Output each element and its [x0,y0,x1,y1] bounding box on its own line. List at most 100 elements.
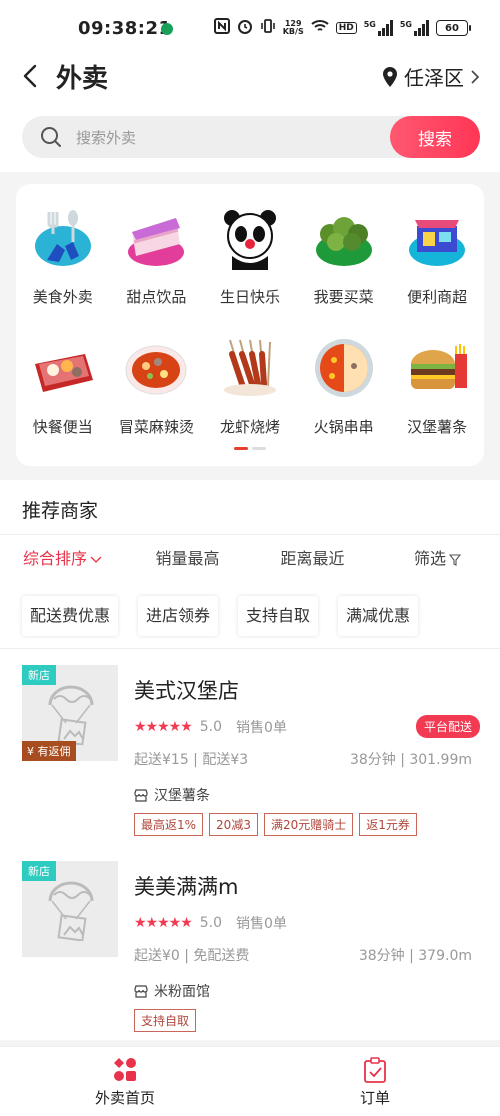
sort-default[interactable]: 综合排序 [0,536,125,582]
shop-category-label: 米粉面馆 [154,984,210,1000]
filter-chip-pickup[interactable]: 支持自取 [238,596,319,636]
location-selector[interactable]: 任泽区 [382,62,480,91]
search-icon [41,127,61,147]
sort-filter[interactable]: 筛选 [375,536,500,582]
bbq-icon [218,336,282,400]
search-area: 搜索外卖 搜索 [0,102,500,172]
promo-tag: 支持自取 [134,1009,197,1032]
promo-tag: 最高返1% [134,813,204,836]
shop-name: 美式汉堡店 [134,679,239,703]
divider [0,648,500,649]
alarm-icon [237,18,253,38]
divider [0,534,500,535]
filter-chip-discount[interactable]: 满减优惠 [338,596,419,636]
food-delivery-icon [31,206,95,270]
shop-fee: 起送¥15 | 配送¥3 [134,752,249,768]
nav-orders[interactable]: 订单 [250,1047,500,1116]
category-bbq[interactable]: 龙虾烧烤 [203,336,297,456]
shop-card[interactable]: 新店 美美满满m ★★★★★ 5.0 销售0单 起送¥0 | 免配送费 38分钟… [0,861,500,1041]
recommend-section: 推荐商家 综合排序 销量最高 距离最近 筛选 配送费优惠 进店领券 支持自取 满… [0,480,500,1040]
category-label: 快餐便当 [32,418,93,436]
wifi-icon [311,19,329,37]
shop-rating: ★★★★★ 5.0 销售0单 [134,913,287,933]
platform-delivery-badge: 平台配送 [415,715,480,738]
cake-icon [124,206,188,270]
filter-chip-row: 配送费优惠 进店领券 支持自取 满减优惠 [22,596,419,636]
shop-name: 美美满满m [134,875,239,899]
category-spicy-pot[interactable]: 冒菜麻辣烫 [110,336,204,456]
category-card: 美食外卖 甜点饮品 生日快乐 我要买菜 便利商超 快餐便当 冒菜麻辣烫 龙虾烧烤… [16,184,484,466]
promo-tag: 20减3 [209,813,258,836]
notification-dot-icon [161,23,173,35]
image-placeholder-icon [48,685,94,745]
search-placeholder: 搜索外卖 [76,129,137,147]
search-button[interactable]: 搜索 [390,116,480,158]
sales-count: 销售0单 [236,720,287,736]
rating-value: 5.0 [199,719,223,735]
category-dessert[interactable]: 甜点饮品 [110,206,204,326]
category-label: 甜点饮品 [126,288,187,306]
rebate-badge: ¥ 有返佣 [22,741,76,761]
category-birthday[interactable]: 生日快乐 [203,206,297,326]
category-label: 冒菜麻辣烫 [118,418,194,436]
shop-card[interactable]: 新店 ¥ 有返佣 美式汉堡店 ★★★★★ 5.0 销售0单 平台配送 起送¥15… [0,665,500,845]
nfc-icon [213,18,230,38]
spicy-pot-icon [124,336,188,400]
category-burger[interactable]: 汉堡薯条 [390,336,484,456]
nav-home[interactable]: 外卖首页 [0,1047,250,1116]
nav-home-label: 外卖首页 [94,1089,155,1107]
section-title: 推荐商家 [22,500,99,522]
sort-distance[interactable]: 距离最近 [250,536,375,582]
filter-chip-coupon[interactable]: 进店领券 [138,596,219,636]
shop-distance: 38分钟 | 379.0m [358,948,472,964]
sort-default-label: 综合排序 [22,549,87,568]
bento-icon [31,336,95,400]
category-page-indicator [234,447,266,450]
battery-level: 60 [445,22,459,34]
nav-orders-label: 订单 [359,1089,390,1107]
shop-distance: 38分钟 | 301.99m [349,752,472,768]
category-label: 美食外卖 [32,288,93,306]
store-icon [405,206,469,270]
shop-thumbnail: 新店 [22,861,118,957]
filter-chip-delivery-discount[interactable]: 配送费优惠 [22,596,119,636]
shop-category: 米粉面馆 [134,981,210,1001]
back-icon[interactable] [18,62,46,90]
signal-icon-1: 5G [364,20,393,36]
category-label: 生日快乐 [219,288,280,306]
category-label: 火锅串串 [313,418,374,436]
category-label: 便利商超 [407,288,468,306]
search-input[interactable]: 搜索外卖 搜索 [22,116,480,158]
rating-stars-icon: ★★★★★ [134,719,193,735]
chevron-down-icon [90,556,102,563]
category-label: 我要买菜 [313,288,374,306]
sort-sales[interactable]: 销量最高 [125,536,250,582]
rating-stars-icon: ★★★★★ [134,915,193,931]
sales-count: 销售0单 [236,916,287,932]
category-convenience[interactable]: 便利商超 [390,206,484,326]
category-food-delivery[interactable]: 美食外卖 [16,206,110,326]
category-bento[interactable]: 快餐便当 [16,336,110,456]
page-title: 外卖 [56,64,109,94]
category-hotpot[interactable]: 火锅串串 [297,336,391,456]
promo-tag: 返1元券 [359,813,417,836]
new-shop-badge: 新店 [22,665,56,685]
shop-category: 汉堡薯条 [134,785,210,805]
shop-rating: ★★★★★ 5.0 销售0单 [134,717,287,737]
shop-fee: 起送¥0 | 免配送费 [134,948,250,964]
shop-thumbnail: 新店 ¥ 有返佣 [22,665,118,761]
category-label: 龙虾烧烤 [219,418,280,436]
panda-icon [218,206,282,270]
shop-category-label: 汉堡薯条 [154,788,210,804]
store-icon [134,984,148,998]
shop-tags: 支持自取 [134,1009,197,1032]
network-type-2: 5G [399,20,412,29]
rating-value: 5.0 [199,915,223,931]
chevron-right-icon [471,69,480,84]
battery-icon: 60 [436,20,471,36]
burger-icon [405,336,469,400]
store-icon [134,788,148,802]
category-vegetable[interactable]: 我要买菜 [297,206,391,326]
header: 外卖 任泽区 [0,54,500,102]
signal-icon-2: 5G [400,20,429,36]
